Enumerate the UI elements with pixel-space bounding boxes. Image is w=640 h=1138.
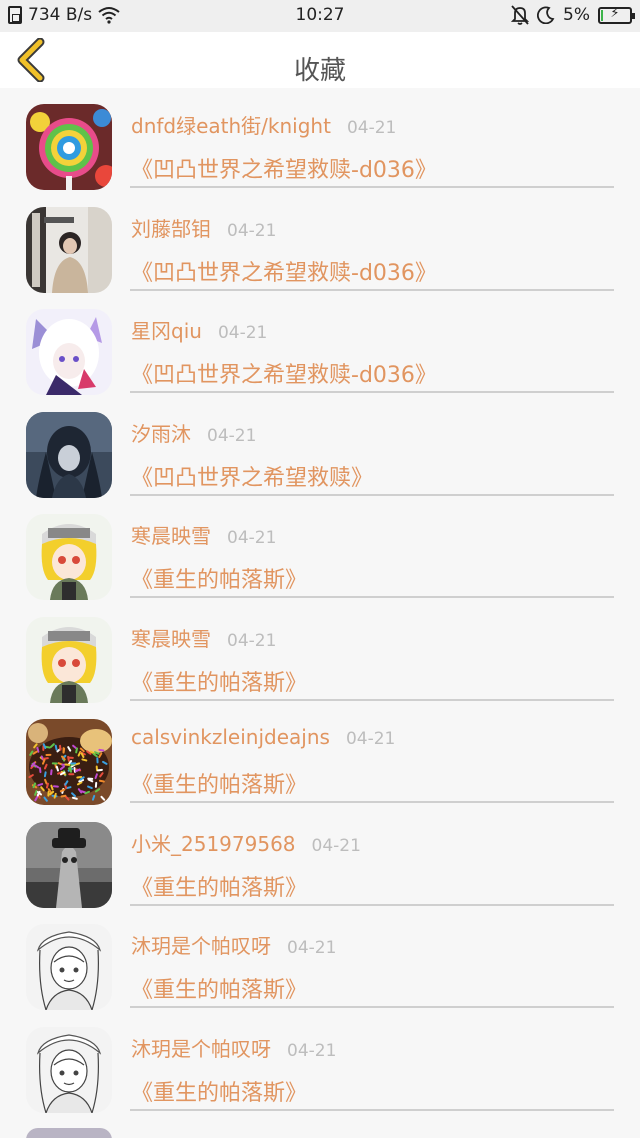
favorite-date: 04-21 bbox=[227, 630, 277, 651]
author-name[interactable]: dnfd绿eath街/knight bbox=[131, 110, 331, 139]
item-meta: 沐玥是个帕叹呀 04-21 bbox=[131, 930, 336, 959]
book-title[interactable]: 《重生的帕落斯》 bbox=[131, 767, 307, 799]
favorite-date: 04-21 bbox=[346, 118, 397, 138]
list-item[interactable]: 刘藤郜钼 04-21 《凹凸世界之希望救赎-d036》 bbox=[0, 191, 640, 294]
author-name[interactable]: 寒晨映雪 bbox=[131, 623, 211, 652]
battery-percent: 5% bbox=[563, 5, 590, 25]
list-item[interactable]: 小米_251979568 04-21 《重生的帕落斯》 bbox=[0, 806, 640, 909]
list-item[interactable]: calsvinkzleinjdeajns 04-21 《重生的帕落斯》 bbox=[0, 703, 640, 806]
book-title[interactable]: 《凹凸世界之希望救赎-d036》 bbox=[131, 152, 437, 184]
author-name[interactable]: 寒晨映雪 bbox=[131, 520, 211, 549]
page-title: 收藏 bbox=[293, 56, 346, 86]
item-meta: 星冈qiu 04-21 bbox=[131, 315, 267, 344]
patrick-avatar[interactable] bbox=[26, 821, 112, 908]
divider bbox=[130, 1108, 614, 1111]
anime-white-hair-avatar[interactable] bbox=[26, 309, 112, 395]
favorite-date: 04-21 bbox=[311, 835, 361, 856]
divider bbox=[130, 801, 614, 803]
list-item[interactable]: 汐雨沐 04-21 《凹凸世界之希望救赎》 bbox=[0, 396, 640, 499]
list-item[interactable]: 寒晨映雪 04-21 《重生的帕落斯》 bbox=[0, 601, 640, 704]
status-right: 5% ⚡ bbox=[511, 5, 635, 25]
divider bbox=[130, 903, 614, 906]
list-item[interactable]: 星冈qiu 04-21 《凹凸世界之希望救赎-d036》 bbox=[0, 293, 640, 396]
item-meta: calsvinkzleinjdeajns 04-21 bbox=[131, 725, 395, 749]
book-title[interactable]: 《凹凸世界之希望救赎-d036》 bbox=[131, 357, 437, 389]
favorite-date: 04-21 bbox=[207, 425, 257, 446]
divider bbox=[130, 391, 614, 393]
sprinkles-avatar[interactable] bbox=[26, 719, 112, 805]
item-meta: 刘藤郜钼 04-21 bbox=[131, 213, 276, 242]
favorites-list: dnfd绿eath街/knight 04-21 《凹凸世界之希望救赎-d036》 刘藤… bbox=[0, 88, 640, 1113]
book-title[interactable]: 《重生的帕落斯》 bbox=[131, 870, 307, 902]
girl-photo-avatar[interactable] bbox=[26, 206, 112, 293]
divider bbox=[130, 698, 614, 701]
divider bbox=[130, 596, 614, 598]
list-item[interactable]: 沐玥是个帕叹呀 04-21 《重生的帕落斯》 bbox=[0, 1011, 640, 1114]
divider bbox=[130, 1006, 614, 1008]
moon-icon bbox=[537, 6, 555, 24]
author-name[interactable]: 汐雨沐 bbox=[131, 418, 191, 447]
list-item[interactable]: 寒晨映雪 04-21 《重生的帕落斯》 bbox=[0, 498, 640, 601]
favorite-date: 04-21 bbox=[217, 323, 268, 343]
author-name[interactable]: calsvinkzleinjdeajns bbox=[131, 725, 330, 749]
divider bbox=[130, 493, 614, 496]
favorite-date: 04-21 bbox=[287, 1040, 337, 1061]
divider bbox=[130, 186, 614, 188]
header: 收藏 bbox=[0, 32, 640, 88]
book-title[interactable]: 《重生的帕落斯》 bbox=[131, 562, 307, 594]
lollipop-avatar[interactable] bbox=[26, 104, 112, 190]
item-meta: 小米_251979568 04-21 bbox=[131, 828, 361, 857]
book-title[interactable]: 《重生的帕落斯》 bbox=[131, 972, 307, 1004]
book-title[interactable]: 《重生的帕落斯》 bbox=[131, 1075, 307, 1107]
sketch-maid-avatar[interactable] bbox=[26, 924, 112, 1010]
author-name[interactable]: 沐玥是个帕叹呀 bbox=[131, 930, 271, 959]
item-meta: 沐玥是个帕叹呀 04-21 bbox=[131, 1033, 336, 1062]
favorite-date: 04-21 bbox=[227, 220, 277, 241]
favorite-date: 04-21 bbox=[287, 938, 337, 958]
anime-dark-avatar[interactable] bbox=[26, 411, 112, 498]
item-meta: 寒晨映雪 04-21 bbox=[131, 623, 276, 652]
list-item[interactable]: 沐玥是个帕叹呀 04-21 《重生的帕落斯》 bbox=[0, 908, 640, 1011]
list-item-partial bbox=[26, 1128, 112, 1138]
book-title[interactable]: 《重生的帕落斯》 bbox=[131, 665, 307, 697]
divider bbox=[130, 288, 614, 291]
book-title[interactable]: 《凹凸世界之希望救赎》 bbox=[131, 460, 373, 492]
anime-blonde-avatar[interactable] bbox=[26, 616, 112, 703]
mute-icon bbox=[511, 5, 530, 25]
battery-icon: ⚡ bbox=[598, 5, 635, 24]
sketch-maid-avatar[interactable] bbox=[26, 1026, 112, 1113]
author-name[interactable]: 刘藤郜钼 bbox=[131, 213, 211, 242]
favorite-date: 04-21 bbox=[227, 528, 277, 548]
item-meta: dnfd绿eath街/knight 04-21 bbox=[131, 110, 396, 139]
status-bar: 734 B/s 10:27 5% ⚡ bbox=[0, 0, 640, 32]
item-meta: 汐雨沐 04-21 bbox=[131, 418, 256, 447]
favorite-date: 04-21 bbox=[345, 729, 396, 749]
author-name[interactable]: 沐玥是个帕叹呀 bbox=[131, 1033, 271, 1062]
anime-blonde-avatar[interactable] bbox=[26, 514, 112, 600]
author-name[interactable]: 小米_251979568 bbox=[131, 828, 296, 857]
list-item[interactable]: dnfd绿eath街/knight 04-21 《凹凸世界之希望救赎-d036》 bbox=[0, 88, 640, 191]
item-meta: 寒晨映雪 04-21 bbox=[131, 520, 276, 549]
author-name[interactable]: 星冈qiu bbox=[131, 315, 202, 344]
charging-bolt-icon: ⚡ bbox=[610, 5, 620, 21]
book-title[interactable]: 《凹凸世界之希望救赎-d036》 bbox=[131, 255, 437, 287]
